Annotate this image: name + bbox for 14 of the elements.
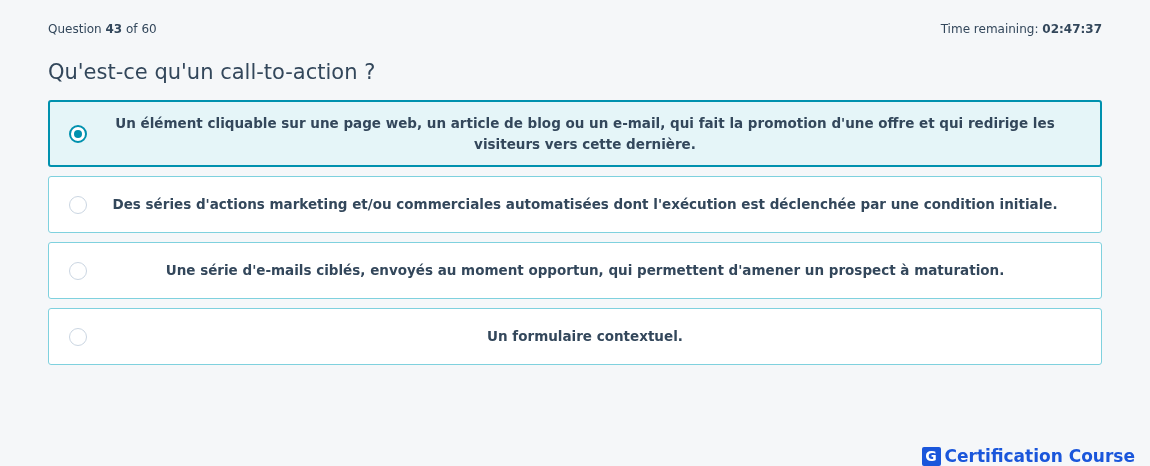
question-counter: Question 43 of 60 — [48, 22, 157, 36]
radio-button[interactable] — [69, 124, 87, 143]
answer-option[interactable]: Une série d'e-mails ciblés, envoyés au moment opportun, qui permettent d'amener un prospect à maturation. — [48, 242, 1102, 299]
question-text: Qu'est-ce qu'un call-to-action ? — [48, 60, 377, 84]
answer-option[interactable]: Un élément cliquable sur une page web, un article de blog ou un e-mail, qui fait la promotion d'une offre et qui redirige les visiteurs vers cette dernière. — [48, 100, 1102, 167]
answer-option[interactable]: Des séries d'actions marketing et/ou commerciales automatisées dont l'exécution est déclenchée par une condition initiale. — [48, 176, 1102, 233]
logo-icon: G — [921, 446, 941, 466]
answer-text: Une série d'e-mails ciblés, envoyés au moment opportun, qui permettent d'amener un prospect à maturation. — [164, 261, 1006, 280]
answer-option[interactable]: Un formulaire contextuel. — [48, 308, 1102, 365]
brand-name: Certification Course — [944, 446, 1135, 466]
answer-text: Un formulaire contextuel. — [486, 327, 684, 346]
timer: Time remaining: 02:47:37 — [940, 22, 1102, 36]
answer-text: Des séries d'actions marketing et/ou commerciales automatisées dont l'exécution est déclenchée par une condition initiale. — [111, 195, 1059, 214]
answer-text: Un élément cliquable sur une page web, un article de blog ou un e-mail, qui fait la promotion d'une offre et qui redirige les visiteurs vers cette dernière. — [114, 113, 1056, 154]
